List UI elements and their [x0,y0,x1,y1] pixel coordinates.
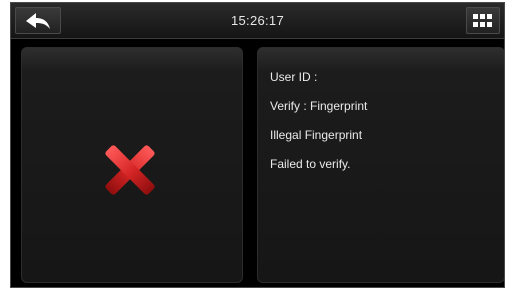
top-bar: 15:26:17 [11,3,504,39]
verify-mode-line: Verify : Fingerprint [270,99,368,113]
status-message-line: Failed to verify. [270,157,351,171]
error-message-line: Illegal Fingerprint [270,128,363,142]
menu-button[interactable] [466,7,500,34]
info-list: User ID : Verify : Fingerprint Illegal F… [270,70,367,186]
red-x-cross-icon [105,145,155,195]
device-screen: 15:26:17 User ID: Verify: Fingerprint … [10,2,505,288]
verification-result-panel [21,47,243,283]
verification-info-panel: User ID : Verify : Fingerprint Illegal F… [257,47,504,283]
clock-time: 15:26:17 [230,13,284,28]
grid-menu-icon [473,13,492,27]
user-id-line: User ID : [270,70,318,84]
